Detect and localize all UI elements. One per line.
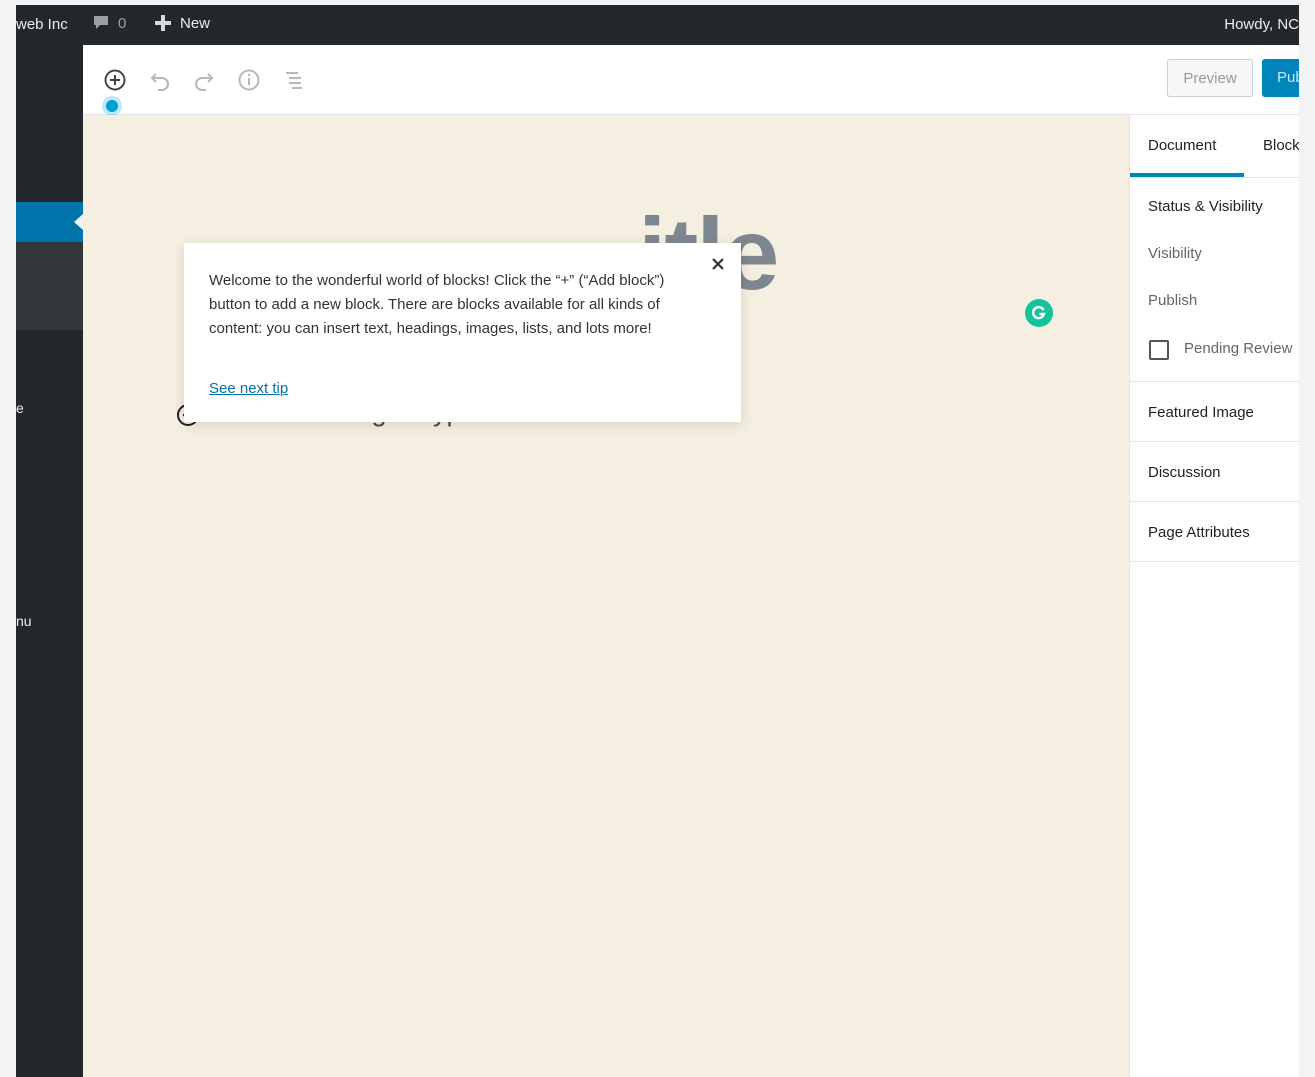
comments-link[interactable]: 0 bbox=[92, 14, 126, 32]
discussion-panel-toggle[interactable]: Discussion bbox=[1148, 464, 1221, 481]
howdy-account[interactable]: Howdy, NC bbox=[1224, 16, 1299, 33]
see-next-tip-link[interactable]: See next tip bbox=[209, 380, 288, 397]
editor-toolbar: Preview Publish bbox=[83, 45, 1299, 115]
menu-item-fragment[interactable]: e bbox=[16, 400, 24, 416]
panel-divider bbox=[1130, 441, 1299, 442]
editor-window: web Inc 0 New Howdy, NC e nu Preview Pu … bbox=[16, 5, 1299, 1077]
add-block-icon bbox=[104, 69, 126, 91]
tip-popover: Welcome to the wonderful world of blocks… bbox=[184, 243, 741, 422]
undo-icon bbox=[150, 73, 169, 91]
comment-bubble-icon bbox=[94, 16, 108, 29]
editor-canvas: itle Start writing or type / to choose a… bbox=[83, 115, 1129, 1077]
site-name-link[interactable]: web Inc bbox=[16, 16, 68, 33]
featured-image-panel-toggle[interactable]: Featured Image bbox=[1148, 404, 1254, 421]
admin-bar: web Inc 0 New Howdy, NC bbox=[16, 5, 1299, 45]
pending-review-checkbox[interactable] bbox=[1149, 340, 1169, 360]
admin-menu: e nu bbox=[16, 45, 83, 1077]
close-tip-button[interactable] bbox=[709, 255, 727, 273]
settings-sidebar: Document Block Status & Visibility Visib… bbox=[1129, 115, 1299, 1077]
block-navigation-button[interactable] bbox=[281, 67, 307, 93]
menu-item-active[interactable] bbox=[16, 202, 83, 242]
outline-icon bbox=[286, 72, 302, 89]
panel-divider bbox=[1130, 501, 1299, 502]
new-content-link[interactable]: New bbox=[154, 14, 210, 32]
redo-icon bbox=[195, 73, 214, 91]
tabs-divider bbox=[1130, 177, 1299, 178]
submenu[interactable] bbox=[16, 242, 83, 330]
grammarly-button[interactable] bbox=[1025, 299, 1053, 327]
publish-label: Publish bbox=[1148, 292, 1198, 309]
menu-item-fragment[interactable]: nu bbox=[16, 613, 32, 629]
status-visibility-panel-toggle[interactable]: Status & Visibility bbox=[1148, 198, 1263, 215]
publish-button[interactable]: Publish bbox=[1262, 59, 1299, 97]
plus-icon bbox=[155, 15, 171, 31]
tab-document[interactable]: Document bbox=[1130, 115, 1244, 177]
panel-divider bbox=[1130, 561, 1299, 562]
visibility-label: Visibility bbox=[1148, 245, 1202, 262]
grammarly-icon bbox=[1032, 305, 1046, 320]
panel-divider bbox=[1130, 381, 1299, 382]
tab-block[interactable]: Block bbox=[1263, 115, 1299, 176]
content-info-button[interactable] bbox=[236, 67, 262, 93]
close-icon bbox=[712, 258, 724, 270]
undo-button[interactable] bbox=[147, 67, 173, 93]
add-block-button[interactable] bbox=[102, 67, 128, 93]
pending-review-label[interactable]: Pending Review bbox=[1184, 340, 1292, 357]
redo-button[interactable] bbox=[191, 67, 217, 93]
tip-indicator-dot[interactable] bbox=[106, 100, 118, 112]
new-label: New bbox=[180, 14, 211, 32]
active-arrow bbox=[74, 214, 83, 230]
preview-button[interactable]: Preview bbox=[1167, 59, 1253, 97]
info-icon bbox=[238, 69, 260, 91]
page-attributes-panel-toggle[interactable]: Page Attributes bbox=[1148, 524, 1250, 541]
tip-text: Welcome to the wonderful world of blocks… bbox=[209, 272, 665, 337]
comments-count: 0 bbox=[118, 14, 127, 32]
